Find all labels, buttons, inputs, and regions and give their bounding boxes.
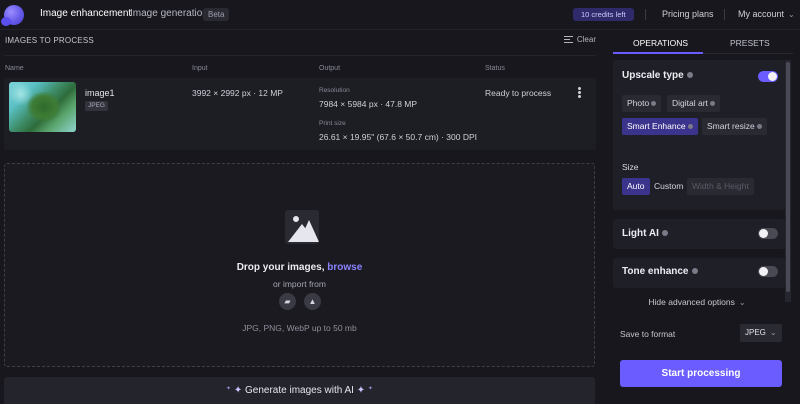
nav-divider [645, 9, 646, 20]
size-option-width-height: Width & Height [687, 178, 754, 195]
hide-advanced-options[interactable]: Hide advanced options ⌄ [611, 297, 783, 307]
credits-badge[interactable]: 10 credits left [573, 8, 634, 21]
info-icon[interactable] [686, 72, 693, 79]
nav-image-enhancement[interactable]: Image enhancement [40, 8, 131, 19]
generate-ai-row: ✦ ✦ Generate images with AI ✦ ✦ [4, 385, 595, 396]
upscale-option-digital-art[interactable]: Digital art [667, 95, 720, 112]
format-select[interactable]: JPEG ⌄ [740, 324, 782, 342]
tone-enhance-title: Tone enhance [622, 266, 698, 277]
top-nav: Image enhancement Image generation Beta … [0, 0, 800, 30]
tab-presets[interactable]: PRESETS [730, 38, 770, 48]
settings-panel: OPERATIONS PRESETS Upscale type Photo Di… [611, 30, 800, 404]
format-badge: JPEG [85, 101, 108, 111]
tone-enhance-card: Tone enhance [613, 258, 785, 288]
input-size: 3992 × 2992 px · 12 MP [192, 88, 283, 98]
image-upload-icon [285, 210, 319, 244]
info-icon [709, 101, 715, 107]
upscale-title: Upscale type [622, 70, 693, 81]
image-name: image1 [85, 88, 115, 98]
pricing-plans-link[interactable]: Pricing plans [662, 9, 714, 19]
sparkle-icon: ✦ [233, 385, 243, 396]
generate-ai-label: Generate images with AI [245, 385, 354, 396]
import-text: or import from [273, 279, 326, 289]
beta-badge: Beta [203, 8, 230, 21]
chevron-down-icon: ⌄ [738, 298, 746, 307]
sparkle-icon: ✦ [356, 385, 366, 396]
light-ai-card: Light AI [613, 219, 785, 249]
upscale-toggle[interactable] [758, 71, 778, 82]
start-processing-button[interactable]: Start processing [620, 360, 782, 387]
clear-button[interactable]: Clear [563, 35, 596, 44]
active-tab-indicator [613, 52, 703, 54]
upscale-option-smart-resize[interactable]: Smart resize [702, 118, 767, 135]
size-option-custom[interactable]: Custom [649, 178, 688, 195]
size-section: Size Auto Custom Width & Height [613, 155, 785, 210]
print-size: 26.61 × 19.95" (67.6 × 50.7 cm) · 300 DP… [319, 132, 478, 142]
sparkle-icon: ✦ [367, 386, 373, 392]
column-input: Input [192, 65, 208, 72]
column-status: Status [485, 65, 505, 72]
browse-link[interactable]: browse [327, 262, 362, 273]
upscale-option-photo[interactable]: Photo [622, 95, 662, 112]
images-panel: IMAGES TO PROCESS Clear Name Input Outpu… [0, 30, 602, 404]
import-sources: ▰ ▲ [279, 293, 321, 310]
more-options-icon[interactable] [578, 87, 581, 98]
column-name: Name [5, 65, 24, 72]
clear-list-icon [563, 36, 573, 43]
scrollbar-thumb[interactable] [786, 62, 790, 292]
size-label: Size [622, 162, 639, 172]
chevron-down-icon: ⌄ [769, 328, 777, 337]
light-ai-title: Light AI [622, 228, 668, 239]
google-drive-icon[interactable]: ▲ [304, 293, 321, 310]
info-icon[interactable] [691, 268, 698, 275]
status-text: Ready to process [485, 88, 552, 98]
app-logo[interactable] [1, 5, 24, 26]
folder-icon[interactable]: ▰ [279, 293, 296, 310]
resolution-label: Resolution [319, 87, 350, 94]
upscale-option-smart-enhance[interactable]: Smart Enhance [622, 118, 698, 135]
tab-operations[interactable]: OPERATIONS [633, 38, 688, 48]
output-resolution: 7984 × 5984 px · 47.8 MP [319, 99, 418, 109]
save-format-label: Save to format [620, 329, 676, 339]
drop-text: Drop your images, [236, 262, 325, 273]
header-divider [4, 55, 596, 56]
tone-enhance-toggle[interactable] [758, 266, 778, 277]
column-output: Output [319, 65, 341, 72]
nav-divider [724, 9, 725, 20]
drop-zone[interactable]: Drop your images, browse or import from … [4, 163, 595, 367]
info-icon [687, 124, 693, 130]
nav-image-generation[interactable]: Image generation [130, 8, 208, 19]
size-option-auto[interactable]: Auto [622, 178, 650, 195]
section-title: IMAGES TO PROCESS [5, 36, 94, 45]
chevron-down-icon: ⌄ [788, 10, 795, 19]
drop-title: Drop your images, browse [5, 262, 594, 273]
my-account-label: My account [738, 9, 785, 19]
panel-scrollbar[interactable] [785, 60, 791, 302]
info-icon [651, 101, 657, 107]
image-thumbnail [9, 82, 76, 132]
my-account-menu[interactable]: My account ⌄ [738, 9, 795, 19]
info-icon [756, 124, 762, 130]
supported-formats: JPG, PNG, WebP up to 50 mb [242, 323, 357, 333]
clear-label: Clear [576, 35, 596, 44]
info-icon[interactable] [661, 230, 668, 237]
sparkle-icon: ✦ [226, 386, 232, 392]
light-ai-toggle[interactable] [758, 228, 778, 239]
generate-ai-button[interactable]: ✦ ✦ Generate images with AI ✦ ✦ [4, 377, 595, 404]
table-row[interactable]: image1 JPEG 3992 × 2992 px · 12 MP Resol… [4, 78, 596, 150]
print-size-label: Print size [319, 120, 346, 127]
